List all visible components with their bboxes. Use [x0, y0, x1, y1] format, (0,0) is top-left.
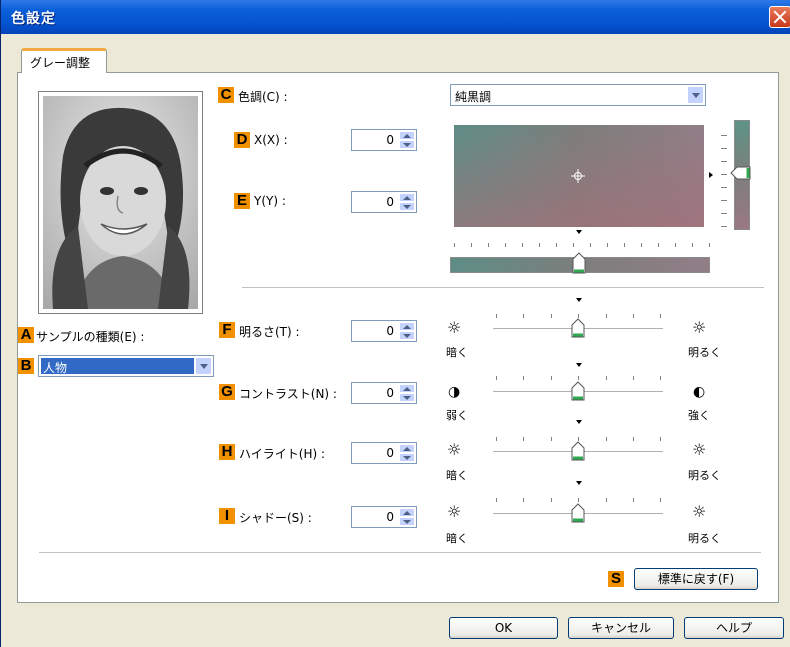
callout-g: G — [219, 384, 235, 400]
help-button[interactable]: ヘルプ — [684, 617, 784, 639]
callout-d: D — [234, 132, 250, 148]
sun-dim-icon: ☼ — [447, 440, 462, 459]
callout-f: F — [219, 322, 235, 338]
shadow-low-label: 暗く — [446, 532, 468, 545]
shadow-label: シャドー(S) : — [239, 511, 312, 525]
callout-a: A — [18, 327, 34, 343]
center-marker-icon — [576, 420, 582, 424]
sample-type-label: サンプルの種類(E) : — [36, 330, 145, 344]
spin-up-icon[interactable] — [399, 193, 415, 202]
shadow-slider-thumb[interactable] — [571, 503, 585, 523]
x-label: X(X) : — [254, 133, 288, 147]
brightness-spinner[interactable]: 0 — [351, 320, 417, 342]
shadow-value: 0 — [386, 510, 394, 524]
spin-down-icon[interactable] — [399, 331, 415, 340]
sample-type-select[interactable]: 人物 — [38, 355, 214, 377]
x-value: 0 — [386, 133, 394, 147]
callout-s: S — [608, 571, 624, 587]
brightness-value: 0 — [386, 324, 394, 338]
sun-dim-icon: ☼ — [447, 318, 462, 337]
contrast-high-label: 強く — [688, 409, 710, 422]
tone-value: 純黒調 — [455, 90, 492, 104]
reset-defaults-button[interactable]: 標準に戻す(F) — [634, 568, 758, 590]
spin-up-icon[interactable] — [399, 131, 415, 140]
spin-up-icon[interactable] — [399, 444, 415, 453]
sun-dim-icon: ☼ — [447, 502, 462, 521]
sun-bright-icon: ☼ — [692, 502, 707, 521]
callout-h: H — [219, 444, 235, 460]
shadow-high-label: 明るく — [688, 532, 721, 545]
sample-type-value: 人物 — [43, 361, 68, 375]
contrast-label: コントラスト(N) : — [239, 387, 337, 401]
sample-preview-image — [38, 91, 203, 314]
spin-up-icon[interactable] — [399, 322, 415, 331]
y-spinner[interactable]: 0 — [351, 191, 417, 213]
brightness-high-label: 明るく — [688, 346, 721, 359]
x-slider-thumb[interactable] — [572, 252, 586, 274]
y-value: 0 — [386, 195, 394, 209]
ok-button[interactable]: OK — [449, 617, 558, 639]
highlight-value: 0 — [386, 446, 394, 460]
tone-label: 色調(C) : — [238, 90, 288, 104]
contrast-low-label: 弱く — [446, 409, 468, 422]
y-vertical-ticks — [721, 123, 727, 227]
spin-down-icon[interactable] — [399, 140, 415, 149]
contrast-low-icon: ◑ — [448, 384, 461, 400]
spin-down-icon[interactable] — [399, 393, 415, 402]
spin-down-icon[interactable] — [399, 517, 415, 526]
center-marker-icon — [576, 363, 582, 367]
color-settings-dialog: 色設定 グレー調整 A サンプルの種類(E) : B 人物 C 色調(C): … — [0, 0, 790, 647]
callout-i: I — [219, 508, 235, 524]
title-bar[interactable]: 色設定 — [1, 0, 790, 34]
spin-down-icon[interactable] — [399, 453, 415, 462]
chevron-down-icon[interactable] — [195, 357, 212, 375]
x-slider-ticks — [454, 243, 710, 249]
contrast-high-icon: ◐ — [693, 384, 706, 400]
highlight-label: ハイライト(H) : — [239, 447, 326, 461]
sun-bright-icon: ☼ — [692, 440, 707, 459]
callout-e: E — [234, 193, 250, 209]
callout-b: B — [18, 358, 34, 374]
center-marker-icon — [576, 481, 582, 485]
highlight-slider-thumb[interactable] — [571, 441, 585, 461]
contrast-value: 0 — [386, 386, 394, 400]
brightness-label: 明るさ(T) : — [239, 325, 300, 339]
callout-c: C — [218, 87, 234, 103]
spin-down-icon[interactable] — [399, 202, 415, 211]
highlight-spinner[interactable]: 0 — [351, 442, 417, 464]
y-slider-thumb[interactable] — [730, 166, 752, 180]
highlight-low-label: 暗く — [446, 469, 468, 482]
y-pointer-icon — [709, 172, 713, 178]
highlight-high-label: 明るく — [688, 469, 721, 482]
divider — [242, 287, 764, 289]
tone-select[interactable]: 純黒調 — [450, 84, 706, 106]
center-marker-icon — [576, 298, 582, 302]
contrast-spinner[interactable]: 0 — [351, 382, 417, 404]
brightness-slider-thumb[interactable] — [571, 318, 585, 338]
crosshair-icon — [571, 169, 585, 183]
spin-up-icon[interactable] — [399, 508, 415, 517]
contrast-slider-thumb[interactable] — [571, 381, 585, 401]
close-icon[interactable] — [769, 6, 790, 28]
sun-bright-icon: ☼ — [692, 318, 707, 337]
brightness-low-label: 暗く — [446, 346, 468, 359]
window-title: 色設定 — [11, 11, 56, 27]
x-pointer-icon — [576, 230, 582, 234]
divider — [39, 552, 761, 554]
shadow-spinner[interactable]: 0 — [351, 506, 417, 528]
x-spinner[interactable]: 0 — [351, 129, 417, 151]
cancel-button[interactable]: キャンセル — [568, 617, 674, 639]
chevron-down-icon[interactable] — [687, 86, 704, 104]
spin-up-icon[interactable] — [399, 384, 415, 393]
y-label: Y(Y) : — [254, 194, 286, 208]
tab-gray-adjust[interactable]: グレー調整 — [21, 48, 107, 73]
